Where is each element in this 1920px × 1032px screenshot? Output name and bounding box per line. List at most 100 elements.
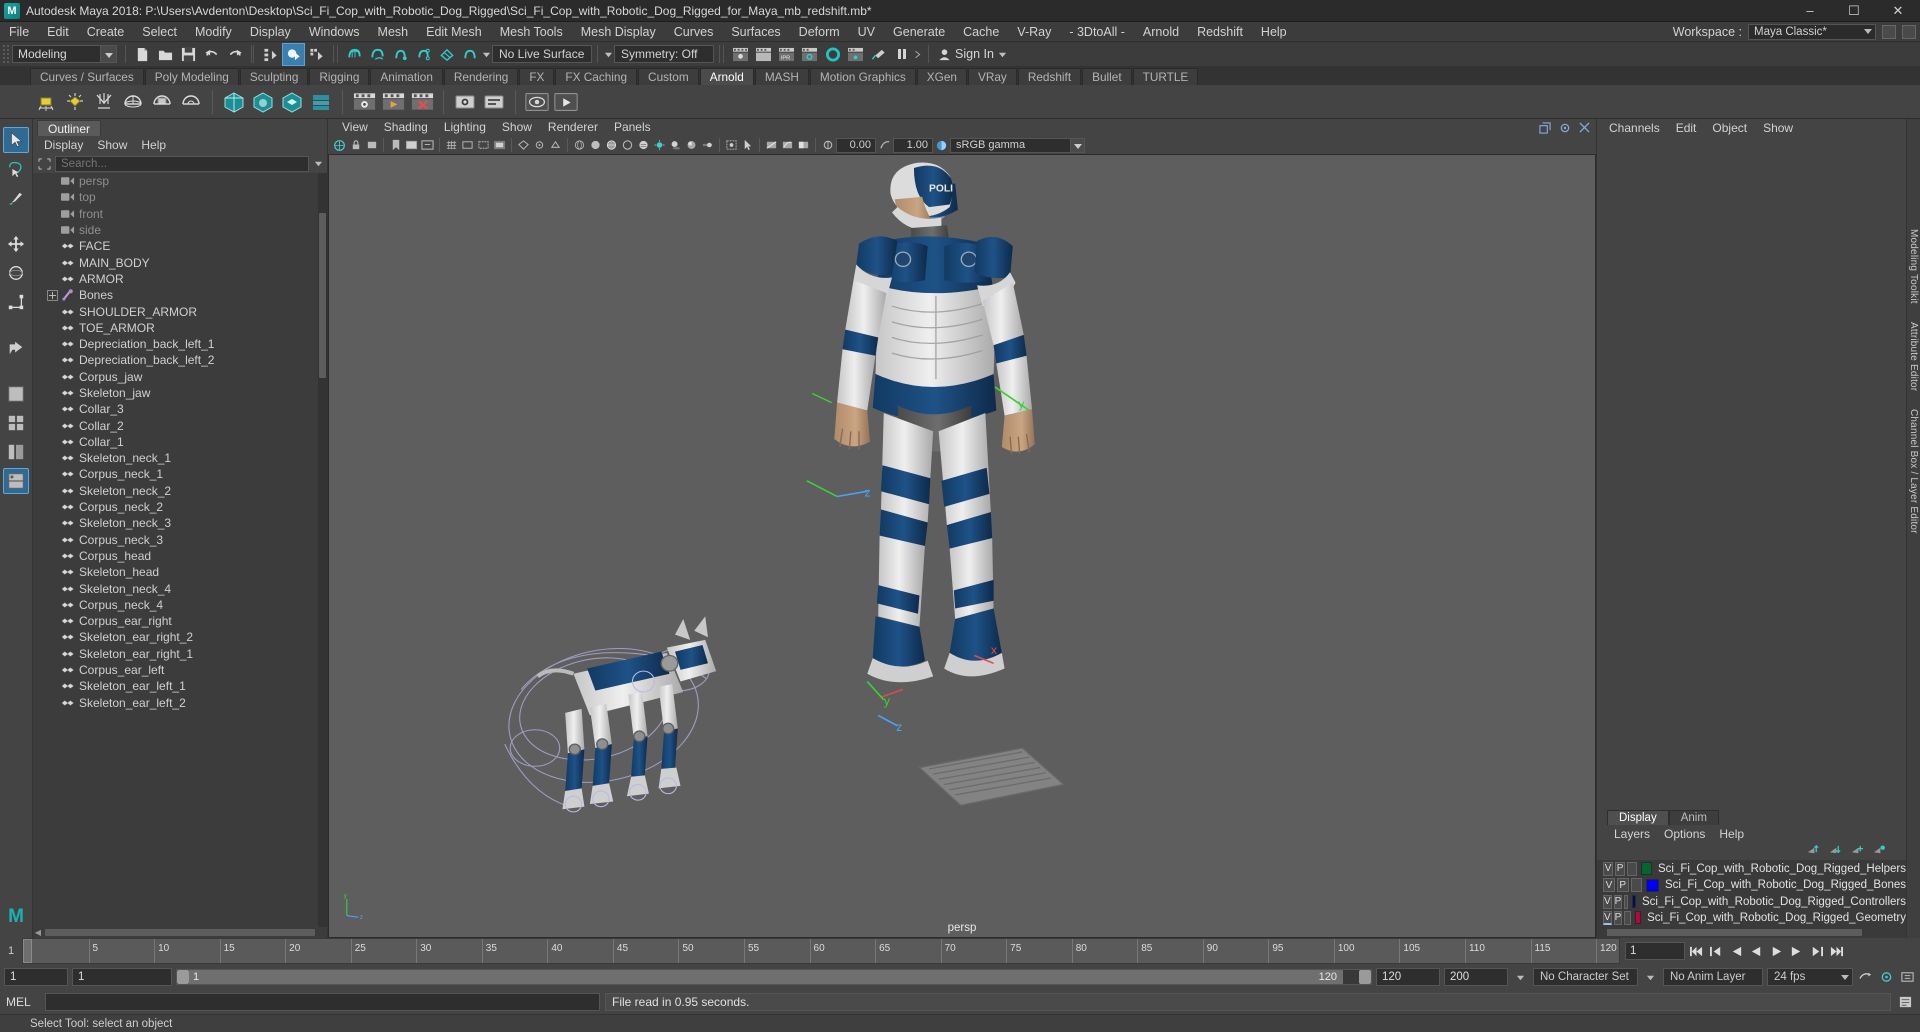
outliner-item-skeleton_ear_left_2[interactable]: Skeleton_ear_left_2 (33, 695, 327, 711)
channelbox-menu-edit[interactable]: Edit (1668, 121, 1705, 135)
layer-horizontal-scrollbar[interactable] (1597, 927, 1906, 938)
render-view-icon[interactable] (844, 43, 867, 66)
outliner-item-front[interactable]: front (33, 206, 327, 222)
outliner-tab[interactable]: Outliner (37, 120, 102, 136)
light-icon[interactable] (867, 43, 890, 66)
tab-anim-layers[interactable]: Anim (1668, 809, 1719, 825)
menuset-dropdown[interactable]: Modeling (12, 45, 117, 63)
shelf-tab-mash[interactable]: MASH (754, 68, 809, 85)
menu-3dtoall[interactable]: - 3DtoAll - (1060, 22, 1134, 42)
menu-select[interactable]: Select (133, 22, 186, 42)
motion-blur-icon[interactable] (700, 138, 715, 153)
layer-state-toggle[interactable] (1627, 861, 1638, 876)
arnold-scene-source-icon[interactable] (308, 89, 334, 115)
close-button[interactable]: ✕ (1876, 0, 1920, 22)
paint-select-tool[interactable] (3, 185, 29, 211)
menu-uv[interactable]: UV (849, 22, 884, 42)
outliner-search-chevron-down-icon[interactable] (312, 156, 324, 172)
arnold-render-icon[interactable] (351, 89, 377, 115)
outliner-vertical-scrollbar[interactable] (318, 173, 327, 927)
snap-options-chevron-down-icon[interactable] (481, 43, 492, 66)
layer-color-swatch[interactable] (1646, 878, 1659, 892)
shelf-tab-arnold[interactable]: Arnold (699, 68, 754, 85)
panel-close-icon[interactable] (1577, 120, 1592, 135)
select-by-hierarchy-icon[interactable] (259, 43, 282, 66)
menu-generate[interactable]: Generate (884, 22, 954, 42)
step-forward-key-icon[interactable] (1808, 943, 1825, 960)
outliner-item-armor[interactable]: ARMOR (33, 271, 327, 287)
layer-playback-toggle[interactable]: P (1615, 861, 1626, 876)
outliner-search-input[interactable] (55, 155, 309, 172)
select-arrow-icon[interactable] (740, 138, 755, 153)
save-scene-icon[interactable] (177, 43, 200, 66)
menu-create[interactable]: Create (78, 22, 134, 42)
panel-popout-icon[interactable] (1537, 120, 1552, 135)
snap-to-view-plane-icon[interactable] (435, 43, 458, 66)
outliner-item-skeleton_neck_3[interactable]: Skeleton_neck_3 (33, 515, 327, 531)
arnold-volume-icon[interactable] (250, 89, 276, 115)
layer-state-toggle[interactable] (1624, 910, 1631, 925)
step-forward-frame-icon[interactable] (1788, 943, 1805, 960)
outliner-item-skeleton_ear_right_1[interactable]: Skeleton_ear_right_1 (33, 646, 327, 662)
bookmark-icon[interactable] (388, 138, 403, 153)
shelf-tab-fx-caching[interactable]: FX Caching (555, 68, 638, 85)
view-transform-icon[interactable] (796, 138, 811, 153)
menu-modify[interactable]: Modify (186, 22, 241, 42)
snap-to-point-icon[interactable] (389, 43, 412, 66)
layer-color-swatch[interactable] (1641, 862, 1652, 876)
menu-edit-mesh[interactable]: Edit Mesh (417, 22, 491, 42)
ipr-render-icon[interactable]: IPR (775, 43, 798, 66)
shelf-tab-fx[interactable]: FX (519, 68, 555, 85)
outliner-menu-show[interactable]: Show (90, 136, 134, 154)
arnold-skydome-light-icon[interactable] (120, 89, 146, 115)
shelf-tab-vray[interactable]: VRay (967, 68, 1017, 85)
menu-curves[interactable]: Curves (665, 22, 723, 42)
snap-to-curve-icon[interactable] (366, 43, 389, 66)
auto-key-icon[interactable] (1857, 969, 1874, 986)
layer-playback-toggle[interactable]: P (1613, 894, 1623, 909)
new-layer-from-selected-icon[interactable] (1872, 844, 1886, 859)
menu-display[interactable]: Display (241, 22, 300, 42)
layer-color-swatch[interactable] (1634, 911, 1642, 925)
menu-edit[interactable]: Edit (38, 22, 78, 42)
time-slider-cursor[interactable] (23, 939, 32, 963)
time-slider-ruler[interactable]: 5 10 15 20 25 30 35 40 45 50 55 60 65 70 75 80 85 90 95 100… (22, 938, 1620, 964)
last-tool-used[interactable] (3, 335, 29, 361)
outliner-item-corpus_neck_2[interactable]: Corpus_neck_2 (33, 499, 327, 515)
menu-mesh[interactable]: Mesh (369, 22, 418, 42)
layer-menu-help[interactable]: Help (1712, 827, 1751, 841)
undo-icon[interactable] (200, 43, 223, 66)
exposure-reset-icon[interactable] (764, 138, 779, 153)
command-input[interactable] (45, 993, 600, 1011)
arnold-area-light-icon[interactable] (33, 89, 59, 115)
shelf-tab-animation[interactable]: Animation (370, 68, 443, 85)
outliner-item-skeleton_head[interactable]: Skeleton_head (33, 564, 327, 580)
layer-list[interactable]: V P Sci_Fi_Cop_with_Robotic_Dog_Rigged_Hel… (1597, 859, 1906, 927)
layer-visibility-toggle[interactable]: V (1603, 861, 1614, 876)
arnold-procedural-icon[interactable] (279, 89, 305, 115)
step-back-key-icon[interactable] (1708, 943, 1725, 960)
shelf-tab-rendering[interactable]: Rendering (443, 68, 519, 85)
side-tab-modeling-toolkit[interactable]: Modeling Toolkit (1908, 229, 1919, 304)
snap-to-grid-icon[interactable] (343, 43, 366, 66)
scale-tool[interactable] (3, 289, 29, 315)
viewport-menu-panels[interactable]: Panels (606, 119, 659, 136)
current-frame-field[interactable]: 1 (1625, 942, 1685, 960)
workspace-dropdown[interactable]: Maya Classic* (1748, 24, 1876, 40)
menu-redshift[interactable]: Redshift (1188, 22, 1252, 42)
new-layer-icon[interactable] (1850, 844, 1864, 859)
side-tab-channel-box-layer-editor[interactable]: Channel Box / Layer Editor (1908, 409, 1919, 534)
persp-graph-layout[interactable] (3, 468, 29, 494)
resolution-gate-icon[interactable] (476, 138, 491, 153)
single-perspective-layout[interactable] (3, 381, 29, 407)
panel-settings-icon[interactable] (1557, 120, 1572, 135)
viewport-menu-view[interactable]: View (334, 119, 376, 136)
outliner-item-collar_1[interactable]: Collar_1 (33, 434, 327, 450)
range-chevron-icon[interactable] (1512, 969, 1529, 986)
anim-end-field[interactable]: 200 (1444, 968, 1508, 986)
select-by-object-icon[interactable] (282, 42, 305, 66)
workspace-settings-icon[interactable] (1902, 25, 1916, 39)
outliner-item-skeleton_neck_4[interactable]: Skeleton_neck_4 (33, 580, 327, 596)
persp-outliner-layout[interactable] (3, 439, 29, 465)
outliner-item-toe_armor[interactable]: TOE_ARMOR (33, 320, 327, 336)
